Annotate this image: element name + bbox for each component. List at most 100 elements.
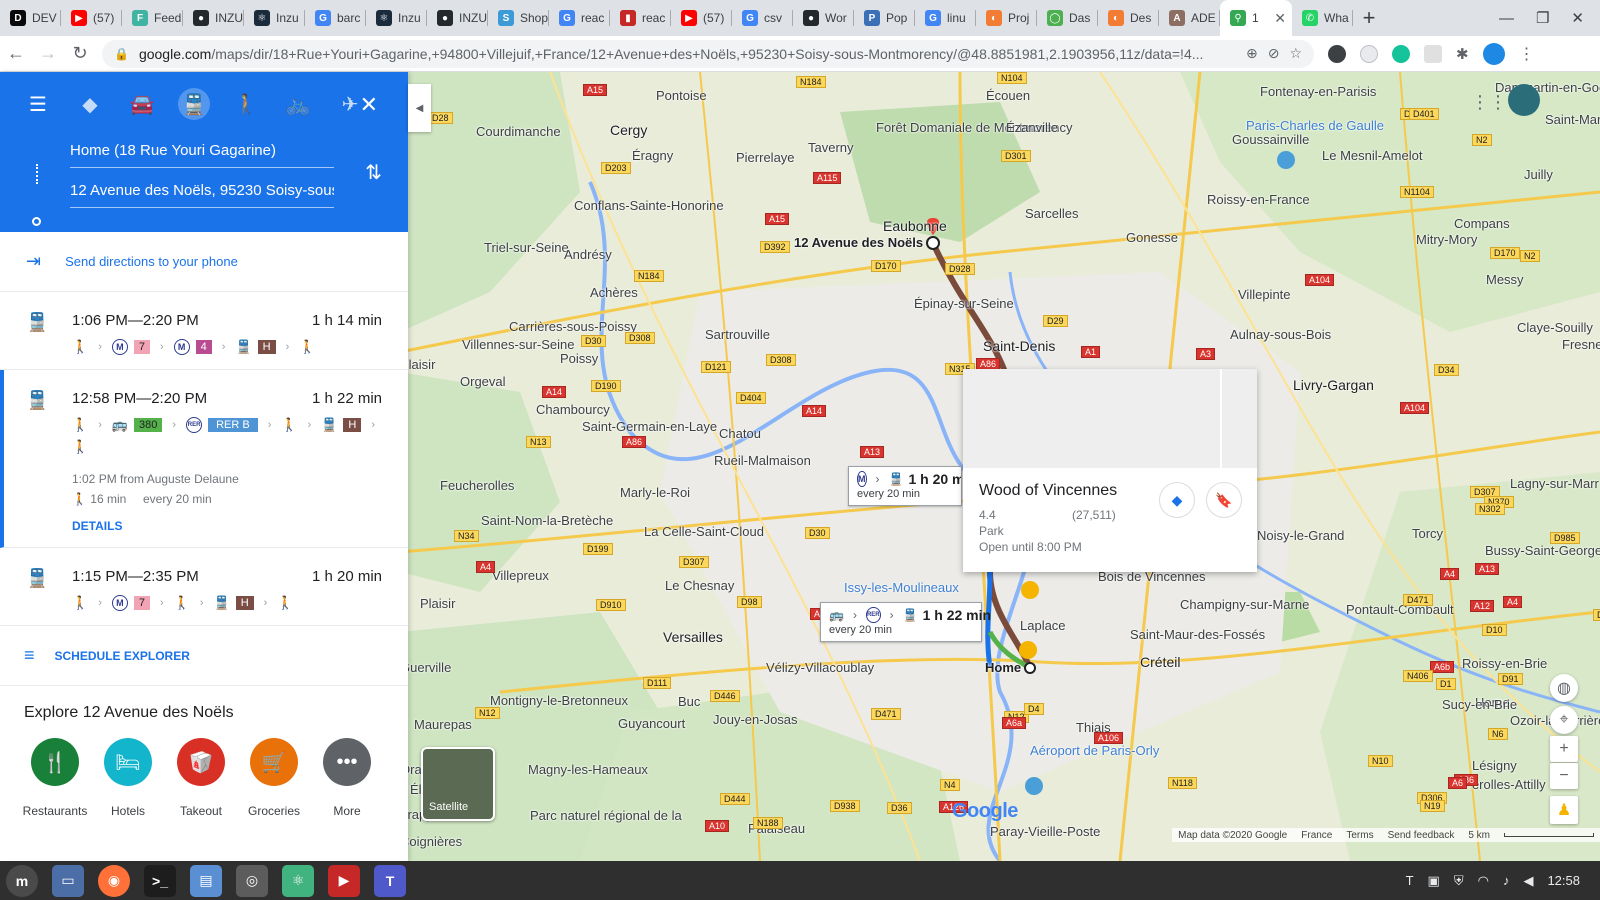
save-bookmark-icon[interactable]: 🔖 <box>1206 482 1242 518</box>
driving-mode-icon[interactable]: 🚘 <box>126 88 158 120</box>
browser-tab[interactable]: ● INZU <box>183 0 244 36</box>
map-place-label[interactable]: Magny-les-Hameaux <box>528 762 648 777</box>
map-place-label[interactable]: Paris-Charles de Gaulle <box>1246 118 1384 133</box>
map-place-label[interactable]: Coignières <box>400 834 462 849</box>
explore-hotels-button[interactable]: 🛏 Hotels <box>104 738 152 818</box>
map-place-label[interactable]: Rueil-Malmaison <box>714 453 811 468</box>
map-place-label[interactable]: Sartrouville <box>705 327 770 342</box>
map-place-label[interactable]: Pontoise <box>656 88 707 103</box>
window-close-icon[interactable]: ✕ <box>1571 9 1584 27</box>
restore-icon[interactable]: ❐ <box>1536 9 1549 27</box>
map-place-label[interactable]: Torcy <box>1412 526 1443 541</box>
explore-more-button[interactable]: ••• More <box>323 738 371 818</box>
forward-icon[interactable]: → <box>32 38 64 70</box>
map-place-label[interactable]: Créteil <box>1140 654 1180 670</box>
map-place-label[interactable]: Saint-Maur-des-Fossés <box>1130 627 1265 642</box>
browser-tab[interactable]: Gcsv <box>732 0 793 36</box>
origin-input[interactable]: Home (18 Rue Youri Gagarine) <box>70 142 334 168</box>
browser-tab[interactable]: Glinu <box>915 0 976 36</box>
map-place-label[interactable]: Poissy <box>560 351 598 366</box>
map-place-label[interactable]: Compans <box>1454 216 1510 231</box>
music-icon[interactable]: ♪ <box>1503 873 1510 888</box>
extension-circle-icon[interactable] <box>1360 44 1378 63</box>
browser-tab[interactable]: ● INZU <box>427 0 488 36</box>
map-place-label[interactable]: Saint-Denis <box>983 338 1055 354</box>
my-location-icon[interactable]: ⌖ <box>1550 706 1578 734</box>
map-place-label[interactable]: Le Mesnil-Amelot <box>1322 148 1422 163</box>
grammarly-icon[interactable] <box>1392 44 1410 63</box>
swap-icon[interactable]: ⇅ <box>365 160 382 185</box>
back-icon[interactable]: ← <box>0 38 32 70</box>
map-place-label[interactable]: Aulnay-sous-Bois <box>1230 327 1331 342</box>
pegman-icon[interactable]: ♟ <box>1550 796 1578 824</box>
directions-icon[interactable]: ◆ <box>1159 482 1195 518</box>
map-place-label[interactable]: Claye-Souilly <box>1517 320 1593 335</box>
details-link[interactable]: DETAILS <box>72 519 382 533</box>
map-place-label[interactable]: Feucherolles <box>440 478 514 493</box>
mint-menu-icon[interactable]: m <box>6 864 38 897</box>
browser-tab[interactable]: D DEV <box>0 0 61 36</box>
map-place-label[interactable]: Carrières-sous-Poissy <box>509 319 637 334</box>
browser-tab[interactable]: Greac <box>549 0 610 36</box>
explore-restaurants-button[interactable]: 🍴 Restaurants <box>23 738 87 818</box>
map-place-label[interactable]: Fontenay-en-Parisis <box>1260 84 1376 99</box>
zoom-out-button[interactable]: − <box>1550 763 1578 789</box>
map-place-label[interactable]: Noisy-le-Grand <box>1257 528 1344 543</box>
menu-icon[interactable]: ☰ <box>22 88 54 120</box>
explore-takeout-button[interactable]: 🥡 Takeout <box>177 738 225 818</box>
chrome-icon[interactable]: ◎ <box>236 864 268 897</box>
browser-tab[interactable]: ▮ reac <box>610 0 671 36</box>
best-route-mode-icon[interactable]: ◆ <box>74 88 106 120</box>
volume-icon[interactable]: ◀ <box>1523 873 1533 889</box>
map-place-label[interactable]: Chambourcy <box>536 402 610 417</box>
browser-tab[interactable]: ◯ Das <box>1037 0 1098 36</box>
map-place-label[interactable]: Parc naturel régional de la <box>530 808 682 823</box>
route-alt-box[interactable]: M › 🚆 1 h 20 mi every 20 min <box>848 466 962 506</box>
browser-tab[interactable]: ⚛ Inzu <box>366 0 427 36</box>
extension-box-icon[interactable] <box>1424 44 1442 63</box>
map-place-label[interactable]: Saint-Mard <box>1545 112 1600 127</box>
map-place-label[interactable]: Lagny-sur-Marr <box>1510 476 1599 491</box>
map-place-label[interactable]: Plaisir <box>420 596 455 611</box>
map-place-label[interactable]: Saint-Nom-la-Bretèche <box>481 513 613 528</box>
map-place-label[interactable]: Triel-sur-Seine <box>484 240 569 255</box>
map-place-label[interactable]: Roissy-en-Brie <box>1462 656 1547 671</box>
terms-link[interactable]: Terms <box>1346 830 1373 841</box>
browser-tab[interactable]: ◐ Proj <box>976 0 1037 36</box>
desktop-icon[interactable]: ▭ <box>52 864 84 897</box>
minimize-icon[interactable]: — <box>1499 10 1514 27</box>
map-place-label[interactable]: Bussy-Saint-Georges <box>1485 543 1600 558</box>
browser-tab[interactable]: P Pop <box>854 0 915 36</box>
browser-tab[interactable]: ▶ (57) <box>671 0 732 36</box>
files-icon[interactable]: ▤ <box>190 864 222 897</box>
bookmark-star-icon[interactable]: ☆ <box>1289 45 1302 62</box>
browser-tab[interactable]: S Shop <box>488 0 549 36</box>
airport-icon[interactable] <box>1025 777 1043 795</box>
browser-tab[interactable]: A ADE <box>1159 0 1220 36</box>
map-place-label[interactable]: Jouy-en-Josas <box>713 712 798 727</box>
map-place-label[interactable]: Goussainville <box>1232 132 1309 147</box>
destination-label[interactable]: 12 Avenue des Noëls <box>794 235 923 250</box>
map-place-label[interactable]: Ézanville <box>1006 120 1058 135</box>
transit-mode-icon[interactable]: 🚆 <box>178 88 210 120</box>
eye-off-icon[interactable]: ⊘ <box>1268 45 1280 62</box>
atom-icon[interactable]: ⚛ <box>282 864 314 897</box>
kebab-menu-icon[interactable]: ⋮ <box>1519 44 1535 64</box>
destination-marker[interactable] <box>926 236 940 250</box>
map-place-label[interactable]: Maurepas <box>414 717 472 732</box>
home-label[interactable]: Home <box>985 660 1021 675</box>
map-place-label[interactable]: Pierrelaye <box>736 150 795 165</box>
route-option-1[interactable]: 🚆 1:06 PM—2:20 PM 1 h 14 min 🚶 › M 7 › M 4 › … <box>0 292 408 370</box>
map-place-label[interactable]: Achères <box>590 285 638 300</box>
route-selected-box[interactable]: 🚌 › RER › 🚆 1 h 22 min every 20 min <box>820 602 991 642</box>
map-place-label[interactable]: Messy <box>1486 272 1524 287</box>
map-place-label[interactable]: Buc <box>678 694 700 709</box>
send-to-phone-button[interactable]: ⇥ Send directions to your phone <box>0 232 408 292</box>
destination-input[interactable]: 12 Avenue des Noëls, 95230 Soisy-sous-Mo… <box>70 182 334 208</box>
browser-tab[interactable]: Gbarc <box>305 0 366 36</box>
route-option-3[interactable]: 🚆 1:15 PM—2:35 PM 1 h 20 min 🚶 › M 7 › 🚶 › 🚆… <box>0 548 408 626</box>
map-place-label[interactable]: Cergy <box>610 122 647 138</box>
map-place-label[interactable]: Laplace <box>1020 618 1066 633</box>
wifi-icon[interactable]: ◠ <box>1478 873 1489 889</box>
map-place-label[interactable]: Saint-Germain-en-Laye <box>582 419 717 434</box>
